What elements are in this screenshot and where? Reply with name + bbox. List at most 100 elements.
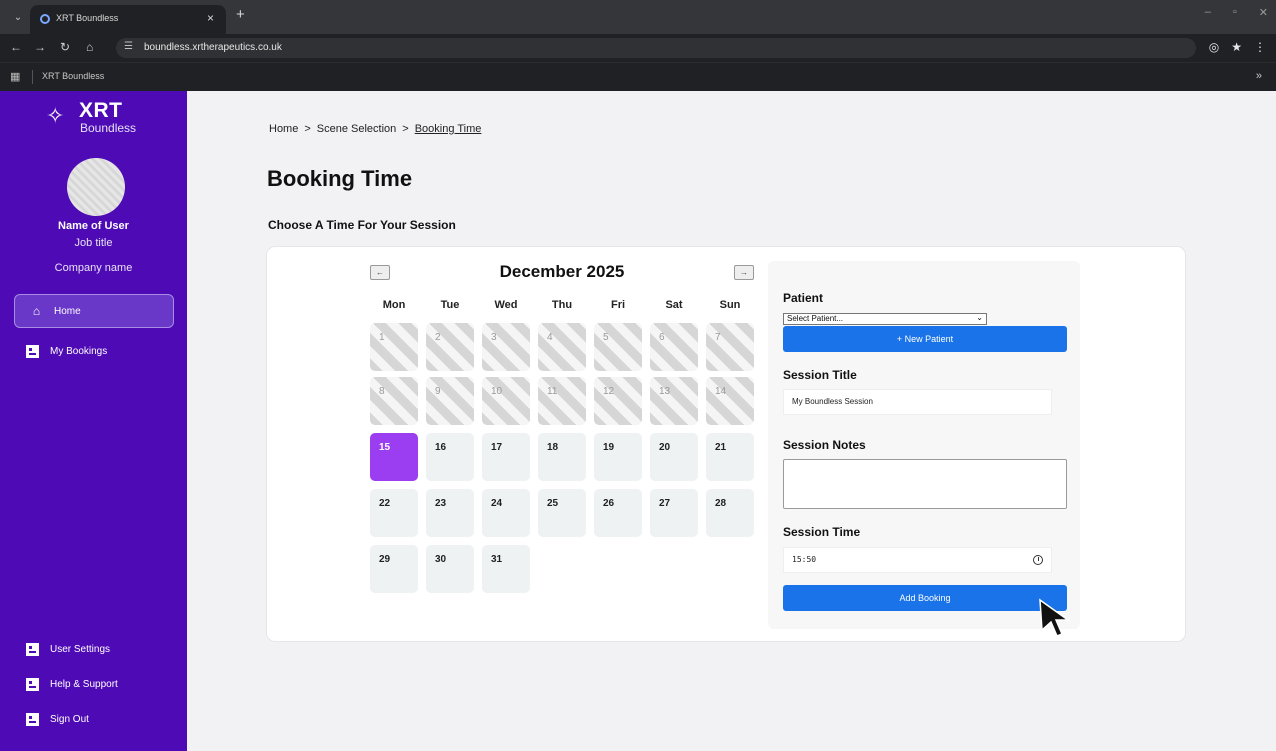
tab-close-icon[interactable]: × [207,11,214,25]
site-info-icon[interactable]: ☰ [124,41,133,52]
breadcrumb-booking-time[interactable]: Booking Time [415,123,482,135]
toolbar-actions: ◎ ★ ⋮ [1209,40,1266,54]
add-booking-button[interactable]: Add Booking [783,585,1067,611]
close-window-icon[interactable]: ✕ [1259,6,1268,19]
sidebar-item-label: Sign Out [50,713,89,725]
calendar-day[interactable]: 18 [538,433,586,481]
breadcrumb: Home > Scene Selection > Booking Time [269,123,481,135]
sidebar-item-home[interactable]: ⌂ Home [14,294,174,328]
session-title-label: Session Title [783,368,857,382]
calendar-day: 3 [482,323,530,371]
forward-icon[interactable]: → [34,40,46,54]
calendar-day: 9 [426,377,474,425]
calendar-day[interactable]: 16 [426,433,474,481]
sidebar: ✧ XRT Boundless Name of User Job title C… [0,91,187,751]
bookmark-star-icon[interactable]: ★ [1231,40,1242,54]
xrt-logo-icon: ✧ [46,103,65,128]
calendar: December 2025 ← → Mon Tue Wed Thu Fri Sat Sun 1… [368,259,758,604]
weekday-header: Sun [719,299,741,311]
logo-text: XRT [79,99,123,122]
calendar-day: 13 [650,377,698,425]
page-subtitle: Choose A Time For Your Session [268,218,456,232]
sidebar-item-my-bookings[interactable]: My Bookings [14,334,174,368]
calendar-day[interactable]: 30 [426,545,474,593]
calendar-day-selected[interactable]: 15 [370,433,418,481]
sidebar-item-sign-out[interactable]: Sign Out [14,702,174,736]
apps-icon[interactable]: ▦ [10,70,20,83]
session-notes-textarea[interactable] [783,459,1067,509]
calendar-day: 2 [426,323,474,371]
calendar-day: 1 [370,323,418,371]
session-notes-label: Session Notes [783,438,866,452]
address-bar[interactable]: ☰ boundless.xrtherapeutics.co.uk [116,38,1196,58]
new-tab-button[interactable]: + [236,6,245,23]
back-icon[interactable]: ← [10,40,22,54]
window-controls: – ▫ ✕ [1205,6,1268,19]
breadcrumb-separator: > [304,123,311,135]
browser-menu-icon[interactable]: ⋮ [1254,40,1266,54]
calendar-day[interactable]: 27 [650,489,698,537]
calendar-day[interactable]: 22 [370,489,418,537]
calendar-day[interactable]: 23 [426,489,474,537]
chevron-down-icon: ⌄ [976,313,983,322]
page-title: Booking Time [267,166,413,191]
eye-off-icon[interactable]: ◎ [1209,40,1219,54]
calendar-day[interactable]: 29 [370,545,418,593]
url-text: boundless.xrtherapeutics.co.uk [144,42,282,53]
calendar-icon [26,344,39,358]
sidebar-item-help-support[interactable]: Help & Support [14,667,174,701]
browser-tab[interactable]: XRT Boundless × [30,5,226,34]
bookmarks-bar: ▦ XRT Boundless » [0,62,1276,91]
sidebar-item-label: Help & Support [50,678,118,690]
patient-select-value: Select Patient... [787,314,844,323]
user-job-title: Job title [74,237,113,249]
session-time-input[interactable]: 15:50 [783,547,1052,573]
clock-icon[interactable] [1033,555,1043,565]
new-patient-button[interactable]: + New Patient [783,326,1067,352]
minimize-icon[interactable]: – [1205,6,1211,19]
browser-toolbar: ← → ↻ ⌂ ☰ boundless.xrtherapeutics.co.uk… [0,34,1276,62]
calendar-day[interactable]: 25 [538,489,586,537]
reload-icon[interactable]: ↻ [60,40,70,54]
session-time-label: Session Time [783,525,861,539]
sidebar-item-label: Home [54,305,81,317]
breadcrumb-scene-selection[interactable]: Scene Selection [317,123,397,135]
bookmarks-more-icon[interactable]: » [1256,70,1262,82]
calendar-month-title: December 2025 [499,262,625,281]
tab-search-icon[interactable]: ⌄ [8,8,28,28]
logo[interactable]: ✧ XRT Boundless [46,99,146,139]
booking-card: December 2025 ← → Mon Tue Wed Thu Fri Sat Sun 1… [267,247,1185,641]
bookmark-separator [32,70,33,84]
weekday-header: Sat [665,299,683,311]
prev-month-button[interactable]: ← [370,265,390,280]
home-icon[interactable]: ⌂ [86,40,93,54]
calendar-day[interactable]: 26 [594,489,642,537]
booking-form: Patient Select Patient... ⌄ + New Patien… [768,261,1080,629]
mouse-cursor-icon [1039,598,1071,637]
calendar-day[interactable]: 31 [482,545,530,593]
next-month-button[interactable]: → [734,265,754,280]
patient-select[interactable]: Select Patient... ⌄ [783,313,987,325]
tab-strip: ⌄ XRT Boundless × + – ▫ ✕ [0,0,1276,34]
home-icon: ⌂ [32,303,41,318]
breadcrumb-home[interactable]: Home [269,123,298,135]
calendar-day: 4 [538,323,586,371]
session-title-input[interactable]: My Boundless Session [783,389,1052,415]
calendar-day[interactable]: 28 [706,489,754,537]
calendar-day[interactable]: 24 [482,489,530,537]
calendar-day[interactable]: 17 [482,433,530,481]
calendar-day[interactable]: 21 [706,433,754,481]
sidebar-item-user-settings[interactable]: User Settings [14,632,174,666]
breadcrumb-separator: > [402,123,409,135]
weekday-header: Tue [440,299,460,311]
avatar [67,158,125,216]
calendar-day[interactable]: 19 [594,433,642,481]
favicon-icon [40,14,50,24]
calendar-day: 12 [594,377,642,425]
calendar-day[interactable]: 20 [650,433,698,481]
maximize-icon[interactable]: ▫ [1233,6,1237,19]
calendar-day: 5 [594,323,642,371]
bookmark-xrt-boundless[interactable]: XRT Boundless [42,71,104,81]
calendar-day: 6 [650,323,698,371]
calendar-icon [26,677,39,691]
